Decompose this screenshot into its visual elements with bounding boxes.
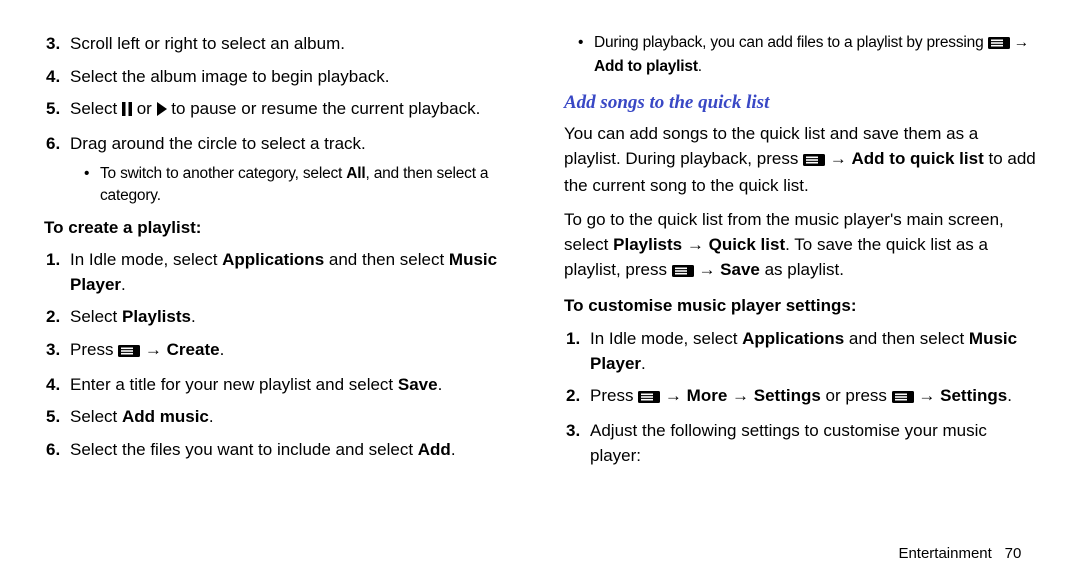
bold-add-music: Add music	[122, 407, 209, 426]
sub-text: During playback, you can add files to a …	[594, 34, 988, 51]
menu-icon	[988, 34, 1010, 56]
step-text: Press	[70, 340, 118, 359]
bold-save: Save	[398, 375, 438, 394]
arrow: →	[727, 386, 753, 405]
step-text: Scroll left or right to select an album.	[70, 34, 345, 53]
arrow: →	[682, 235, 708, 254]
menu-icon	[638, 386, 660, 411]
dot: .	[698, 58, 702, 75]
list-item: Select or to pause or resume the current…	[66, 97, 516, 124]
customise-heading: To customise music player settings:	[564, 294, 1036, 319]
step-text: or	[137, 99, 157, 118]
bold-more: More	[687, 386, 728, 405]
list-item: Adjust the following settings to customi…	[586, 419, 1036, 468]
menu-icon	[672, 260, 694, 285]
step-text: or press	[821, 386, 892, 405]
step-text: and then select	[844, 329, 969, 348]
paragraph: To go to the quick list from the music p…	[564, 208, 1036, 284]
sub-text: To switch to another category, select	[100, 165, 346, 182]
list-item: To switch to another category, select Al…	[88, 163, 516, 208]
footer-section: Entertainment	[898, 545, 991, 562]
bold-add-quick-list: Add to quick list	[852, 149, 984, 168]
step-text: to pause or resume the current playback.	[171, 99, 480, 118]
page-number: 70	[996, 543, 1030, 565]
list-item: Enter a title for your new playlist and …	[66, 373, 516, 398]
bold-applications: Applications	[742, 329, 844, 348]
bold-quick-list: Quick list	[709, 235, 786, 254]
list-item: Select Playlists.	[66, 305, 516, 330]
bold-playlists: Playlists	[613, 235, 682, 254]
step-text: In Idle mode, select	[70, 250, 222, 269]
arrow: →	[1014, 34, 1029, 51]
bold-add-to-playlist: Add to playlist	[594, 58, 698, 75]
step-text: Enter a title for your new playlist and …	[70, 375, 398, 394]
steps-list-2: In Idle mode, select Applications and th…	[44, 248, 516, 462]
dot: .	[209, 407, 214, 426]
steps-list-1: Scroll left or right to select an album.…	[44, 32, 516, 208]
dot: .	[220, 340, 225, 359]
bold-settings: Settings	[940, 386, 1007, 405]
bold-save: Save	[720, 260, 760, 279]
step-text: In Idle mode, select	[590, 329, 742, 348]
arrow: →	[918, 386, 940, 405]
arrow: →	[145, 340, 167, 359]
bold-all: All	[346, 165, 365, 182]
create-playlist-heading: To create a playlist:	[44, 216, 516, 241]
list-item: Scroll left or right to select an album.	[66, 32, 516, 57]
arrow: →	[830, 149, 852, 168]
menu-icon	[803, 149, 825, 174]
bold-applications: Applications	[222, 250, 324, 269]
page-footer: Entertainment 70	[44, 543, 1036, 565]
sublist: To switch to another category, select Al…	[70, 163, 516, 208]
step-text: Press	[590, 386, 638, 405]
list-item: Drag around the circle to select a track…	[66, 132, 516, 208]
step-text: Adjust the following settings to customi…	[590, 421, 987, 465]
arrow: →	[698, 260, 720, 279]
dot: .	[438, 375, 443, 394]
dot: .	[1007, 386, 1012, 405]
list-item: Select Add music.	[66, 405, 516, 430]
list-item: Press → Create.	[66, 338, 516, 365]
bold-settings: Settings	[754, 386, 821, 405]
right-sublist: During playback, you can add files to a …	[564, 32, 1036, 79]
list-item: During playback, you can add files to a …	[582, 32, 1036, 79]
list-item: Select the album image to begin playback…	[66, 65, 516, 90]
step-text: Select the album image to begin playback…	[70, 67, 389, 86]
arrow: →	[665, 386, 687, 405]
step-text: Drag around the circle to select a track…	[70, 134, 366, 153]
menu-icon	[892, 386, 914, 411]
section-heading: Add songs to the quick list	[564, 89, 1036, 117]
step-text: and then select	[324, 250, 449, 269]
steps-list-3: In Idle mode, select Applications and th…	[564, 327, 1036, 468]
play-icon	[157, 99, 167, 124]
dot: .	[191, 307, 196, 326]
body-text: as playlist.	[760, 260, 844, 279]
list-item: Press → More → Settings or press → Setti…	[586, 384, 1036, 411]
right-column: During playback, you can add files to a …	[564, 32, 1036, 535]
paragraph: You can add songs to the quick list and …	[564, 122, 1036, 198]
bold-add: Add	[418, 440, 451, 459]
bold-playlists: Playlists	[122, 307, 191, 326]
list-item: In Idle mode, select Applications and th…	[66, 248, 516, 297]
step-text: Select	[70, 307, 122, 326]
menu-icon	[118, 340, 140, 365]
step-text: Select the files you want to include and…	[70, 440, 418, 459]
step-text: Select	[70, 99, 122, 118]
bold-create: Create	[167, 340, 220, 359]
step-text: Select	[70, 407, 122, 426]
dot: .	[451, 440, 456, 459]
list-item: Select the files you want to include and…	[66, 438, 516, 463]
list-item: In Idle mode, select Applications and th…	[586, 327, 1036, 376]
dot: .	[641, 354, 646, 373]
dot: .	[121, 275, 126, 294]
page-columns: Scroll left or right to select an album.…	[44, 32, 1036, 535]
left-column: Scroll left or right to select an album.…	[44, 32, 516, 535]
pause-icon	[122, 99, 132, 124]
